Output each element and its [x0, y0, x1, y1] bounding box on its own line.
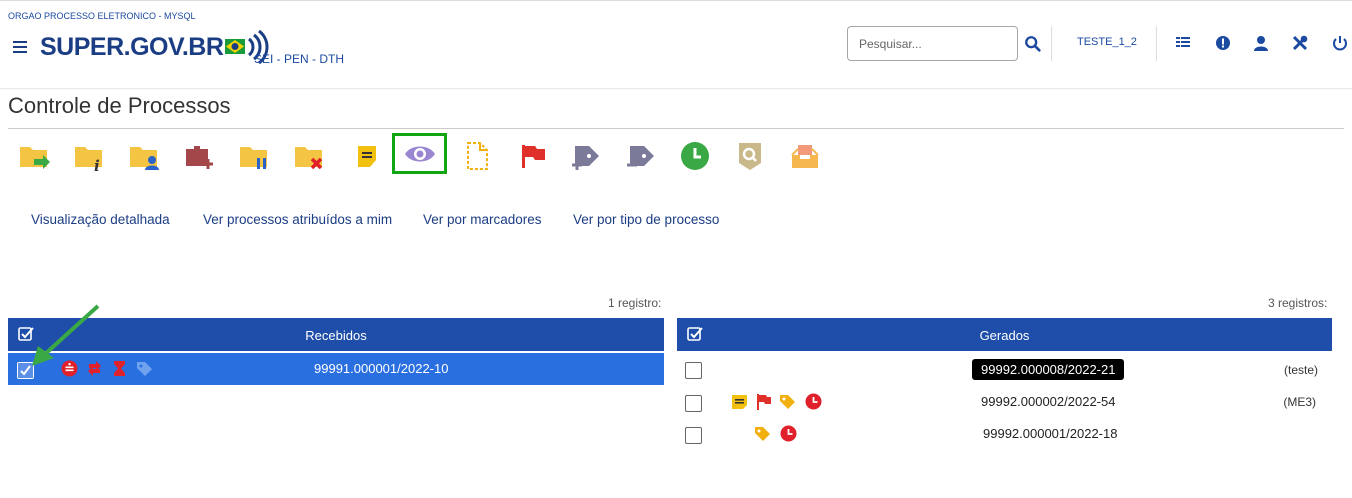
- process-link[interactable]: 99992.000008/2022-21: [972, 359, 1125, 380]
- iniciar-processo-icon[interactable]: [14, 136, 54, 176]
- top-border: [0, 0, 1352, 6]
- recebidos-header: Recebidos: [8, 318, 664, 351]
- divider: [8, 128, 1344, 129]
- table-row[interactable]: 99991.000001/2022-10: [8, 353, 664, 385]
- svg-text:i: i: [94, 157, 100, 173]
- system-name: SEI - PEN - DTH: [254, 52, 345, 66]
- informacoes-icon[interactable]: i: [69, 136, 109, 176]
- recebidos-title: Recebidos: [305, 328, 367, 343]
- visualizar-icon[interactable]: [392, 133, 447, 174]
- anotacoes-icon[interactable]: [347, 136, 387, 176]
- table-row[interactable]: 99992.000002/2022-54 (ME3): [677, 386, 1332, 418]
- user-name[interactable]: TESTE_1_2: [1077, 36, 1137, 48]
- arrow-annotation: [32, 304, 100, 366]
- recebidos-count: 1 registro:: [608, 296, 662, 310]
- header-shadow: [0, 88, 1352, 90]
- hourglass-icon[interactable]: [111, 360, 128, 377]
- process-link[interactable]: 99991.000001/2022-10: [314, 361, 448, 376]
- view-detalhada-link[interactable]: Visualização detalhada: [31, 212, 170, 227]
- table-row[interactable]: 99992.000001/2022-18: [677, 419, 1332, 451]
- alert-icon[interactable]: [1214, 34, 1232, 52]
- process-note: (teste): [1283, 363, 1318, 377]
- row-checkbox[interactable]: [685, 395, 702, 412]
- search-input[interactable]: [847, 26, 1018, 61]
- pesquisar-icon[interactable]: [730, 136, 770, 176]
- gerados-header: Gerados: [677, 318, 1332, 351]
- view-tipo-link[interactable]: Ver por tipo de processo: [573, 212, 719, 227]
- power-icon[interactable]: [1331, 34, 1349, 52]
- atribuir-icon[interactable]: [124, 136, 164, 176]
- sobrestar-icon[interactable]: [234, 136, 274, 176]
- page-title: Controle de Processos: [8, 93, 231, 118]
- row-checkbox[interactable]: [685, 427, 702, 444]
- row-checkbox[interactable]: [685, 362, 702, 379]
- receber-icon[interactable]: [785, 136, 825, 176]
- tools-icon[interactable]: [1291, 34, 1309, 52]
- view-marcadores-link[interactable]: Ver por marcadores: [423, 212, 542, 227]
- concluir-icon[interactable]: [289, 136, 329, 176]
- process-note: (ME3): [1283, 395, 1316, 409]
- anotacao-icon[interactable]: [731, 393, 748, 410]
- tag-icon[interactable]: [136, 360, 153, 377]
- hamburger-menu-icon[interactable]: [13, 41, 27, 53]
- logo[interactable]: SUPER.GOV.BR: [40, 27, 271, 67]
- documento-icon[interactable]: [457, 136, 497, 176]
- acompanhamento-icon[interactable]: [512, 136, 552, 176]
- org-name: ORGAO PROCESSO ELETRONICO - MYSQL: [8, 11, 196, 21]
- tag-icon[interactable]: [779, 393, 796, 410]
- process-link[interactable]: 99992.000002/2022-54: [981, 394, 1115, 409]
- separator: [1051, 26, 1052, 61]
- view-atribuidos-link[interactable]: Ver processos atribuídos a mim: [203, 212, 392, 227]
- menu-grid-icon[interactable]: [1174, 34, 1192, 52]
- gerados-title: Gerados: [979, 328, 1030, 343]
- process-link[interactable]: 99992.000001/2022-18: [983, 426, 1117, 441]
- clock-icon[interactable]: [805, 393, 822, 410]
- clock-icon[interactable]: [780, 425, 797, 442]
- search-icon[interactable]: [1024, 35, 1042, 53]
- adicionar-marcador-icon[interactable]: [566, 136, 606, 176]
- remover-marcador-icon[interactable]: [621, 136, 661, 176]
- separator: [1156, 26, 1157, 61]
- retorno-programado-icon[interactable]: [675, 136, 715, 176]
- incluir-bloco-icon[interactable]: [179, 136, 219, 176]
- flag-icon[interactable]: [755, 393, 772, 410]
- tag-icon[interactable]: [754, 425, 771, 442]
- gerados-count: 3 registros:: [1268, 296, 1328, 310]
- user-icon[interactable]: [1252, 34, 1270, 52]
- logo-text: SUPER.GOV.BR: [40, 32, 224, 61]
- table-row[interactable]: 99992.000008/2022-21 (teste): [677, 353, 1332, 385]
